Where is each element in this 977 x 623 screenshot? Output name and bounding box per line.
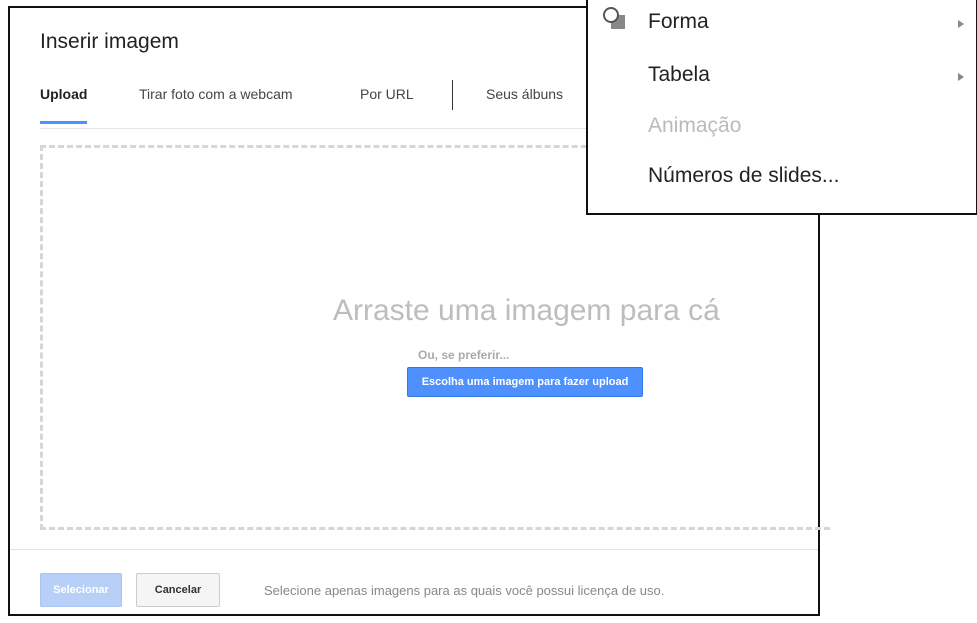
menu-item-tabela[interactable]: Tabela (648, 63, 710, 87)
drop-headline: Arraste uma imagem para cá (333, 294, 720, 327)
license-note: Selecione apenas imagens para as quais v… (264, 583, 665, 598)
footer-divider (10, 549, 818, 550)
tab-webcam[interactable]: Tirar foto com a webcam (139, 86, 293, 112)
menu-item-forma[interactable]: Forma (648, 10, 709, 34)
submenu-arrow-icon (958, 73, 964, 81)
choose-upload-button[interactable]: Escolha uma imagem para fazer upload (407, 367, 643, 397)
dialog-title: Inserir imagem (40, 30, 179, 53)
cancel-button[interactable]: Cancelar (136, 573, 220, 607)
or-text: Ou, se preferir... (418, 348, 510, 362)
menu-item-slide-numbers[interactable]: Números de slides... (648, 164, 839, 188)
tab-upload[interactable]: Upload (40, 86, 88, 124)
shape-icon (602, 6, 628, 37)
submenu-arrow-icon (958, 20, 964, 28)
tab-url[interactable]: Por URL (360, 86, 414, 112)
tab-separator (452, 80, 453, 110)
menu-item-animacao: Animação (648, 114, 742, 137)
insert-menu: Forma Tabela Animação Números de slides.… (586, 0, 977, 215)
tab-albums[interactable]: Seus álbuns (486, 86, 563, 112)
select-button[interactable]: Selecionar (40, 573, 122, 607)
